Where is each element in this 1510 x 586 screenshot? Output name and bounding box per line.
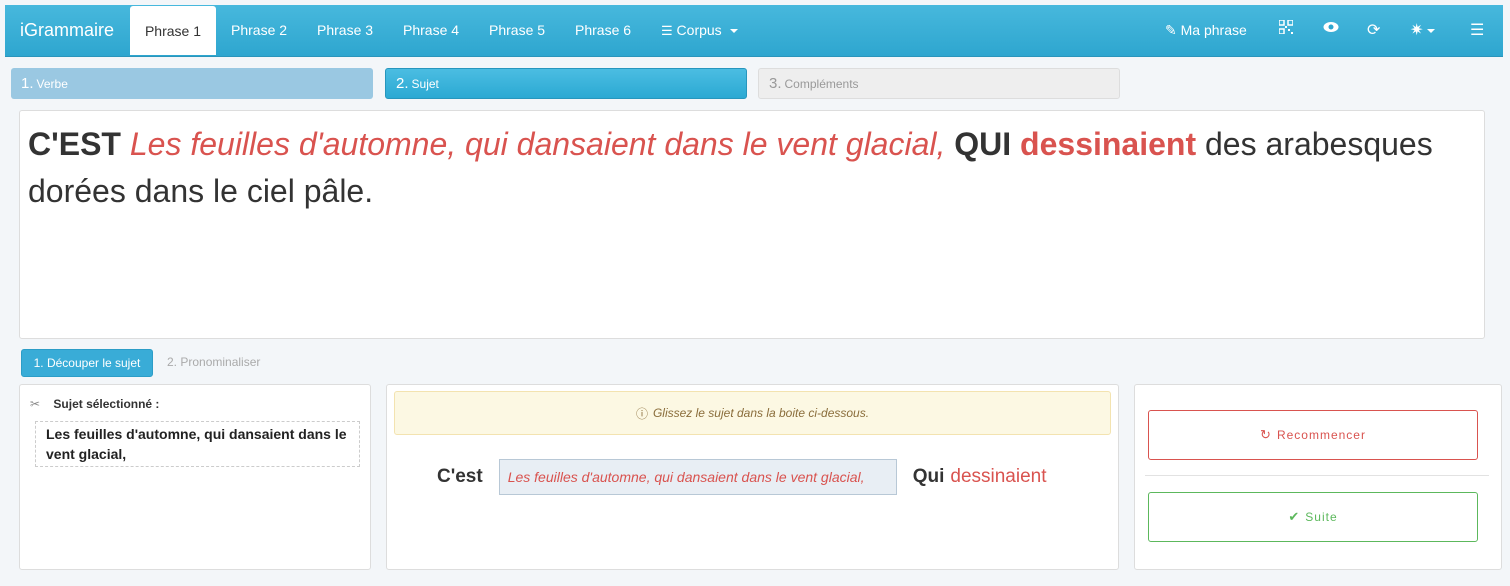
subtab-decouper-sujet[interactable]: 1. Découper le sujet <box>21 349 153 377</box>
pencil-icon: ✎ <box>1165 22 1177 38</box>
info-icon: ⓘ <box>635 406 648 421</box>
workspace-panel: ⓘ Glissez le sujet dans la boite ci-dess… <box>386 384 1119 570</box>
tab-phrase-2[interactable]: Phrase 2 <box>231 22 287 38</box>
step-label: Compléments <box>784 76 859 91</box>
navbar: iGrammaire Phrase 1 Phrase 2 Phrase 3 Ph… <box>5 5 1503 57</box>
refresh-icon: ↻ <box>1260 427 1272 442</box>
gear-icon: ✷ <box>1410 22 1424 39</box>
caret-down-icon <box>729 29 738 34</box>
step-number: 2. <box>396 75 409 92</box>
workspace-verb: dessinaient <box>950 466 1047 487</box>
eye-icon[interactable] <box>1323 20 1339 38</box>
divider <box>1145 475 1489 476</box>
scissors-icon: ✂ <box>30 397 41 411</box>
instruction-alert: ⓘ Glissez le sujet dans la boite ci-dess… <box>394 391 1111 435</box>
corpus-label: Corpus <box>676 22 722 38</box>
tab-phrase-1[interactable]: Phrase 1 <box>130 6 216 55</box>
restart-label: Recommencer <box>1276 428 1366 442</box>
step-verbe[interactable]: 1. Verbe <box>11 68 373 99</box>
drop-row: C'est Les feuilles d'automne, qui dansai… <box>437 458 1047 496</box>
refresh-icon[interactable]: ⟳ <box>1367 20 1380 40</box>
tab-phrase-6[interactable]: Phrase 6 <box>575 22 631 38</box>
settings-dropdown[interactable]: ✷ <box>1410 20 1436 40</box>
step-label: Verbe <box>36 76 68 91</box>
step-number: 1. <box>21 75 34 92</box>
brand[interactable]: iGrammaire <box>20 20 114 41</box>
next-label: Suite <box>1305 510 1338 524</box>
sentence-cest: C'EST <box>28 126 121 162</box>
selected-subject-panel: ✂ Sujet sélectionné : Les feuilles d'aut… <box>19 384 371 570</box>
selected-subject-label: Sujet sélectionné : <box>53 397 160 411</box>
subject-drop-zone[interactable]: Les feuilles d'automne, qui dansaient da… <box>498 459 897 495</box>
check-icon: ✔ <box>1288 509 1301 524</box>
subtab-pronominaliser[interactable]: 2. Pronominaliser <box>167 355 260 369</box>
selected-subject-box[interactable]: Les feuilles d'automne, qui dansaient da… <box>35 421 360 467</box>
tab-phrase-4[interactable]: Phrase 4 <box>403 22 459 38</box>
sentence-qui: QUI <box>954 126 1012 162</box>
caret-down-icon <box>1427 28 1436 33</box>
step-label: Sujet <box>411 76 439 91</box>
workspace-qui: Qui <box>912 466 945 487</box>
align-left-icon: ☰ <box>661 23 673 38</box>
ma-phrase-label: Ma phrase <box>1180 22 1247 38</box>
tab-phrase-5[interactable]: Phrase 5 <box>489 22 545 38</box>
sentence-panel: C'EST Les feuilles d'automne, qui dansai… <box>19 110 1485 339</box>
sentence-verb: dessinaient <box>1020 126 1197 162</box>
step-complements[interactable]: 3. Compléments <box>758 68 1120 99</box>
workspace-cest: C'est <box>437 466 483 487</box>
menu-icon[interactable]: ☰ <box>1470 20 1484 40</box>
step-sujet[interactable]: 2. Sujet <box>385 68 747 99</box>
actions-panel: ↻ Recommencer ✔ Suite <box>1134 384 1502 570</box>
restart-button[interactable]: ↻ Recommencer <box>1148 410 1478 460</box>
sentence-subject[interactable]: Les feuilles d'automne, qui dansaient da… <box>130 126 946 162</box>
next-button[interactable]: ✔ Suite <box>1148 492 1478 542</box>
instruction-text: Glissez le sujet dans la boite ci-dessou… <box>652 406 870 420</box>
selected-subject-title: ✂ Sujet sélectionné : <box>30 397 159 411</box>
qrcode-icon[interactable] <box>1278 19 1294 39</box>
step-number: 3. <box>769 75 782 92</box>
tab-phrase-3[interactable]: Phrase 3 <box>317 22 373 38</box>
ma-phrase-button[interactable]: ✎ Ma phrase <box>1165 22 1247 39</box>
corpus-dropdown[interactable]: ☰ Corpus <box>661 22 738 39</box>
app-frame: iGrammaire Phrase 1 Phrase 2 Phrase 3 Ph… <box>5 5 1503 583</box>
